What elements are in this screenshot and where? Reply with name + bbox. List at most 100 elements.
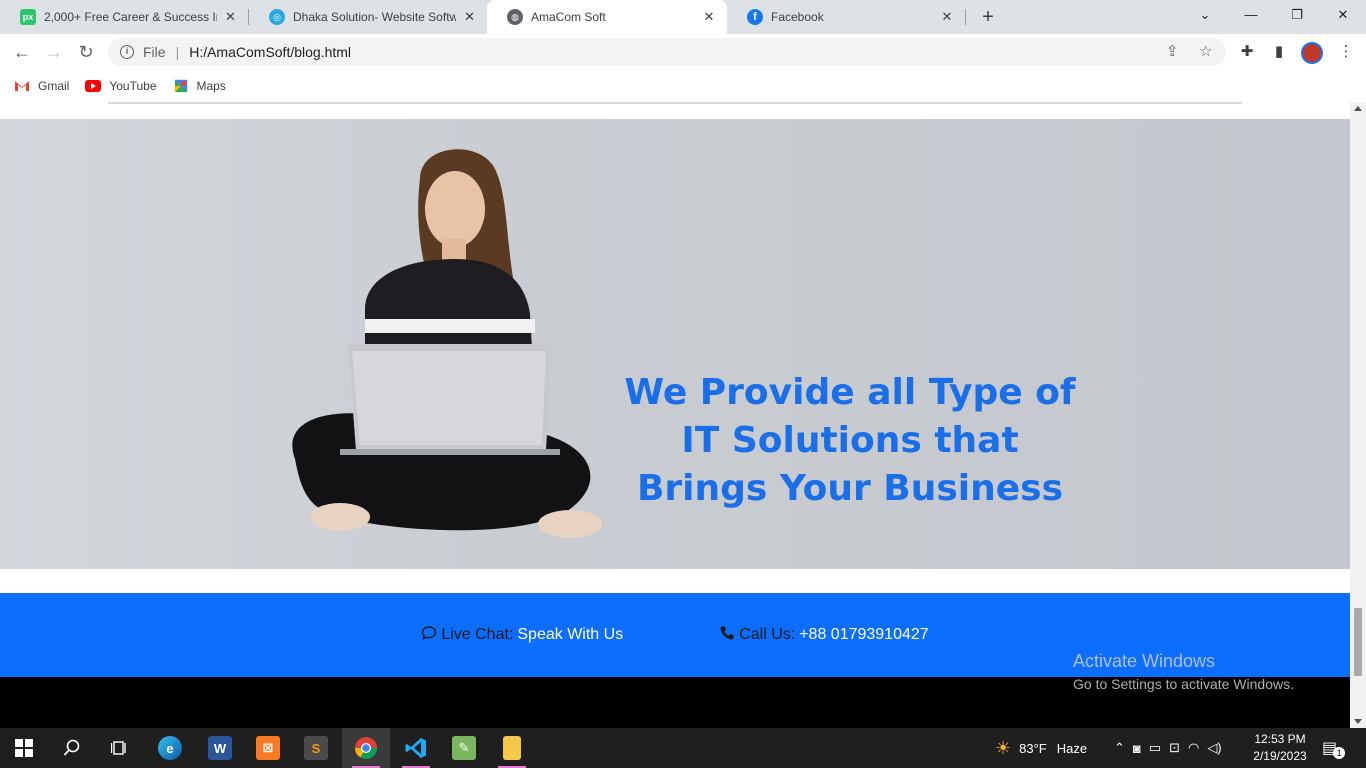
scroll-up-arrow-icon[interactable] xyxy=(1354,106,1362,111)
tab-title: Dhaka Solution- Website Softwar xyxy=(293,10,457,24)
weather-temperature: 83°F xyxy=(1019,740,1047,756)
call-us-link[interactable]: Call Us: +88 01793910427 xyxy=(719,625,929,646)
tab-amacom-soft[interactable]: ◍ AmaCom Soft ✕ xyxy=(487,0,727,34)
weather-widget[interactable]: ☀ 83°F Haze xyxy=(995,728,1087,768)
page-viewport: We Provide all Type of IT Solutions that… xyxy=(0,102,1350,728)
close-icon[interactable]: ✕ xyxy=(701,9,717,25)
wifi-icon[interactable]: ◠ xyxy=(1188,740,1199,756)
clock-time: 12:53 PM xyxy=(1254,732,1306,746)
tab-facebook[interactable]: f Facebook ✕ xyxy=(727,0,965,34)
globe-icon: ◎ xyxy=(269,9,285,25)
taskbar-notepad[interactable]: ✎ xyxy=(440,728,488,768)
hero-headline-line: Brings Your Business xyxy=(636,468,1064,509)
forward-button[interactable]: → xyxy=(42,40,66,64)
sublime-text-icon: S xyxy=(304,736,328,760)
maps-icon xyxy=(174,79,187,93)
activate-windows-watermark: Activate Windows Go to Settings to activ… xyxy=(1073,651,1294,692)
task-view-button[interactable] xyxy=(96,728,144,768)
search-button[interactable] xyxy=(48,728,96,768)
close-icon[interactable]: ✕ xyxy=(462,9,477,25)
minimize-button[interactable]: — xyxy=(1228,0,1274,30)
weather-condition: Haze xyxy=(1056,740,1088,756)
taskbar-sublime-text[interactable]: S xyxy=(292,728,340,768)
notepad-icon: ✎ xyxy=(452,736,476,760)
phone-icon xyxy=(719,625,735,646)
hero-headline-line: We Provide all Type of xyxy=(624,372,1076,413)
taskbar-vscode[interactable] xyxy=(392,728,440,768)
info-icon[interactable]: i xyxy=(120,45,134,59)
scrollbar-thumb[interactable] xyxy=(1354,608,1362,676)
address-divider: | xyxy=(175,44,180,60)
tab-search-chevron-icon[interactable]: ⌄ xyxy=(1182,0,1228,30)
sun-haze-icon: ☀ xyxy=(995,737,1012,758)
meet-now-icon[interactable]: ◙ xyxy=(1133,741,1141,756)
taskbar-clock[interactable]: 12:53 PM 2/19/2023 xyxy=(1250,731,1310,765)
pixabay-icon: px xyxy=(20,9,36,25)
notification-center-button[interactable]: ▤ 1 xyxy=(1322,728,1346,768)
tab-pixabay[interactable]: px 2,000+ Free Career & Success Im ✕ xyxy=(0,0,248,34)
share-icon[interactable]: ⇪ xyxy=(1166,42,1179,60)
reload-button[interactable]: ↻ xyxy=(74,40,98,64)
tab-strip: px 2,000+ Free Career & Success Im ✕ ◎ D… xyxy=(0,0,1366,34)
bookmark-gmail[interactable]: Gmail xyxy=(14,79,69,93)
notification-count-badge: 1 xyxy=(1333,747,1346,759)
back-button[interactable]: ← xyxy=(10,40,34,64)
chrome-icon xyxy=(355,737,377,759)
new-tab-button[interactable]: + xyxy=(976,5,1000,29)
show-hidden-icons-chevron-icon[interactable]: ⌃ xyxy=(1114,740,1125,756)
hero-banner: We Provide all Type of IT Solutions that… xyxy=(0,119,1350,569)
address-bar[interactable]: i File | H:/AmaComSoft/blog.html xyxy=(108,38,1226,66)
navbar-bottom-border xyxy=(108,102,1242,104)
taskbar-xampp[interactable]: ⊠ xyxy=(244,728,292,768)
profile-avatar[interactable] xyxy=(1301,42,1323,64)
vertical-scrollbar[interactable] xyxy=(1350,102,1366,728)
folder-icon xyxy=(503,736,521,760)
live-chat-value[interactable]: Speak With Us xyxy=(517,626,623,644)
taskbar-word[interactable]: W xyxy=(196,728,244,768)
extensions-icon[interactable]: ✚ xyxy=(1237,42,1257,62)
address-url[interactable]: H:/AmaComSoft/blog.html xyxy=(189,44,351,60)
start-button[interactable] xyxy=(0,728,48,768)
system-tray: ⌃ ◙ ▭ ⊡ ◠ ◁) xyxy=(1110,728,1226,768)
call-us-label: Call Us: xyxy=(739,626,796,643)
clock-date: 2/19/2023 xyxy=(1253,749,1307,763)
taskbar-edge[interactable]: e xyxy=(146,728,194,768)
edge-icon: e xyxy=(158,736,182,760)
scroll-down-arrow-icon[interactable] xyxy=(1354,719,1362,724)
bookmark-label: YouTube xyxy=(109,79,157,93)
search-icon xyxy=(63,739,80,756)
taskbar-file-explorer[interactable] xyxy=(488,728,536,768)
bookmark-maps[interactable]: Maps xyxy=(173,79,226,93)
live-chat-link[interactable]: Live Chat: Speak With Us xyxy=(421,625,623,646)
close-icon[interactable]: ✕ xyxy=(939,9,955,25)
bookmark-star-icon[interactable]: ☆ xyxy=(1199,42,1212,60)
taskbar-chrome[interactable] xyxy=(342,728,390,768)
chat-bubble-icon xyxy=(421,625,437,646)
display-icon[interactable]: ⊡ xyxy=(1169,740,1180,756)
gmail-icon xyxy=(15,81,29,91)
call-us-phone-number[interactable]: +88 01793910427 xyxy=(799,626,928,644)
live-chat-label: Live Chat: xyxy=(441,626,514,643)
menu-kebab-icon[interactable]: ⋮ xyxy=(1336,42,1356,62)
globe-icon: ◍ xyxy=(507,9,523,25)
bookmark-label: Maps xyxy=(196,79,226,93)
task-view-icon xyxy=(111,741,126,755)
tab-dhaka-solution[interactable]: ◎ Dhaka Solution- Website Softwar ✕ xyxy=(249,0,487,34)
youtube-icon xyxy=(85,80,102,92)
hero-headline-line: IT Solutions that xyxy=(681,420,1019,461)
close-icon[interactable]: ✕ xyxy=(223,9,238,25)
tab-separator xyxy=(965,9,966,25)
tab-title: 2,000+ Free Career & Success Im xyxy=(44,10,217,24)
close-window-button[interactable]: ✕ xyxy=(1320,0,1366,30)
side-panel-icon[interactable]: ▮ xyxy=(1269,42,1289,62)
browser-toolbar: ← → ↻ i File | H:/AmaComSoft/blog.html ⇪… xyxy=(0,34,1366,70)
word-icon: W xyxy=(208,736,232,760)
windows-taskbar: e W ⊠ S ✎ ☀ 83°F Haze ⌃ ◙ ▭ ⊡ ◠ ◁) 12:53… xyxy=(0,728,1366,768)
restore-button[interactable]: ❐ xyxy=(1274,0,1320,30)
watermark-title: Activate Windows xyxy=(1073,651,1216,671)
bookmark-youtube[interactable]: YouTube xyxy=(85,79,157,93)
xampp-icon: ⊠ xyxy=(256,736,280,760)
volume-icon[interactable]: ◁) xyxy=(1207,740,1221,756)
facebook-icon: f xyxy=(747,9,763,25)
battery-icon[interactable]: ▭ xyxy=(1149,740,1161,756)
